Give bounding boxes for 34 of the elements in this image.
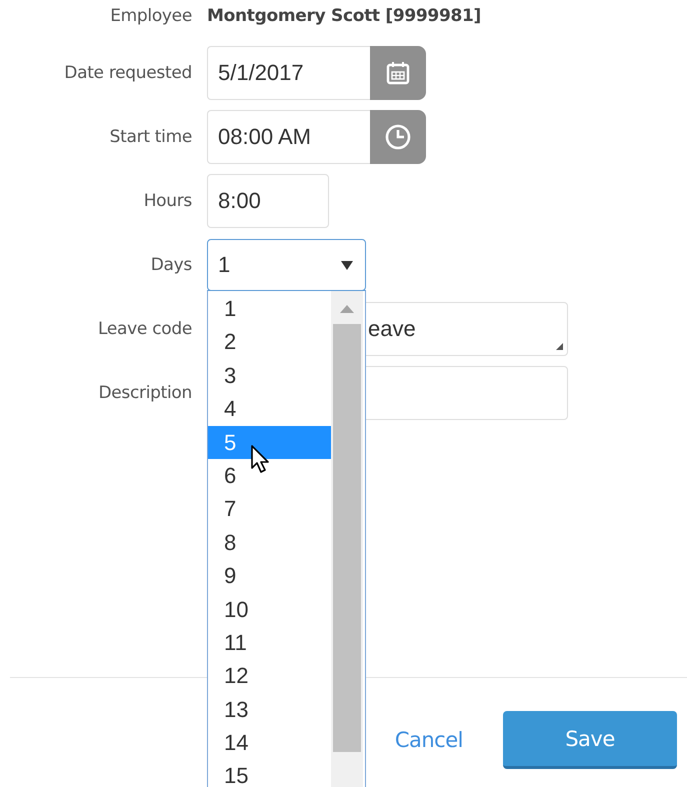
field-label: Employee — [110, 6, 192, 26]
field-label: Description — [98, 383, 192, 403]
date-field[interactable]: 5/1/2017 — [207, 46, 370, 100]
field-label: Start time — [110, 127, 192, 147]
option-item[interactable]: 3 — [208, 358, 332, 392]
days-dropdown[interactable]: 1 — [207, 239, 366, 291]
option-item[interactable]: 8 — [208, 526, 332, 560]
scroll-thumb[interactable] — [333, 324, 361, 752]
hours-field[interactable]: 8:00 — [207, 174, 329, 228]
caret-icon — [341, 260, 353, 270]
option-item[interactable]: 12 — [208, 659, 332, 693]
calendar-icon — [385, 60, 411, 86]
field-label: Hours — [144, 191, 192, 211]
scrollbar[interactable] — [331, 291, 363, 787]
clock-button[interactable] — [370, 110, 426, 164]
time-field[interactable]: 08:00 AM — [207, 110, 370, 164]
option-item[interactable]: 13 — [208, 692, 332, 726]
field-label: Leave code — [98, 319, 192, 339]
option-item[interactable]: 10 — [208, 592, 332, 626]
option-item[interactable]: 6 — [208, 458, 332, 492]
option-item[interactable]: 15 — [208, 759, 332, 787]
option-item[interactable]: 2 — [208, 325, 332, 359]
option-item[interactable]: 4 — [208, 392, 332, 426]
corner-caret-icon — [556, 343, 563, 350]
option-item[interactable]: 11 — [208, 626, 332, 660]
scroll-up-icon[interactable] — [340, 305, 354, 313]
employee-name: Montgomery Scott [9999981] — [207, 6, 482, 26]
option-item[interactable]: 7 — [208, 492, 332, 526]
field-label: Days — [150, 255, 192, 275]
clock-icon — [384, 123, 412, 151]
calendar-button[interactable] — [370, 46, 426, 100]
option-item[interactable]: 9 — [208, 559, 332, 593]
field-label: Date requested — [64, 63, 192, 83]
option-item[interactable]: 14 — [208, 726, 332, 760]
